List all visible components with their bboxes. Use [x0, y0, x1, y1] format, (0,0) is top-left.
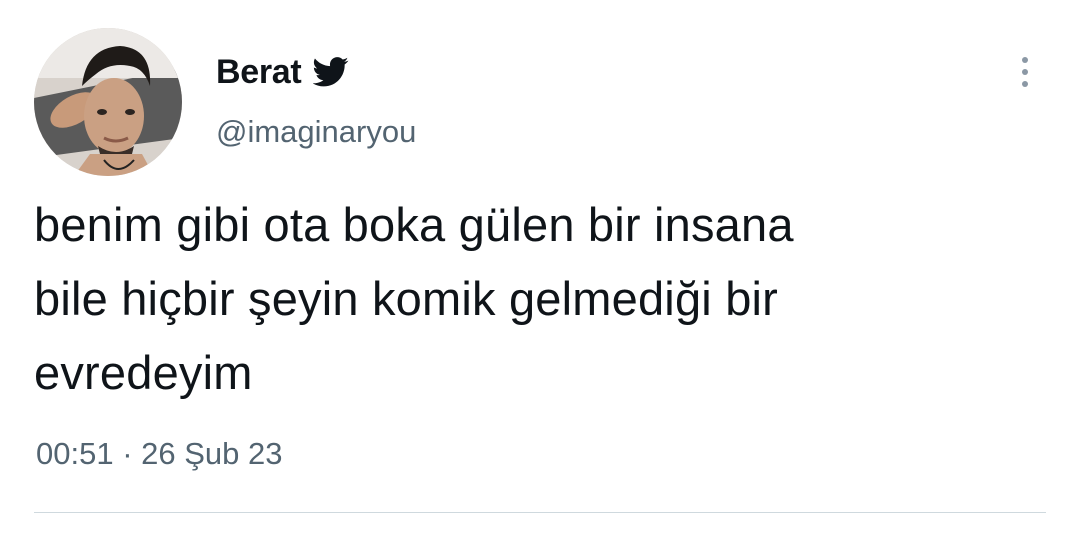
author-handle[interactable]: @imaginaryou	[216, 114, 416, 150]
tweet-line: benim gibi ota boka gülen bir insana	[34, 198, 794, 251]
display-name[interactable]: Berat	[216, 53, 302, 92]
more-dot	[1022, 81, 1028, 87]
tweet-text: benim gibi ota boka gülen bir insana bil…	[34, 188, 1044, 410]
twitter-bird-icon	[313, 57, 349, 87]
author-name-row[interactable]: Berat	[216, 52, 349, 92]
tweet-timestamp[interactable]: 00:51 · 26 Şub 23	[36, 436, 283, 472]
tweet-line: evredeyim	[34, 346, 253, 399]
tweet-line: bile hiçbir şeyin komik gelmediği bir	[34, 272, 779, 325]
timestamp-separator: ·	[113, 436, 142, 471]
more-vertical-icon	[1022, 57, 1028, 63]
divider	[34, 512, 1046, 513]
more-dot	[1022, 69, 1028, 75]
tweet-time[interactable]: 00:51	[36, 436, 114, 471]
avatar[interactable]	[34, 28, 182, 176]
more-options-button[interactable]	[1008, 50, 1042, 94]
tweet-date[interactable]: 26 Şub 23	[141, 436, 282, 471]
avatar-photo	[34, 28, 182, 176]
tweet-card: Berat @imaginaryou benim gibi ota boka g…	[0, 0, 1080, 548]
